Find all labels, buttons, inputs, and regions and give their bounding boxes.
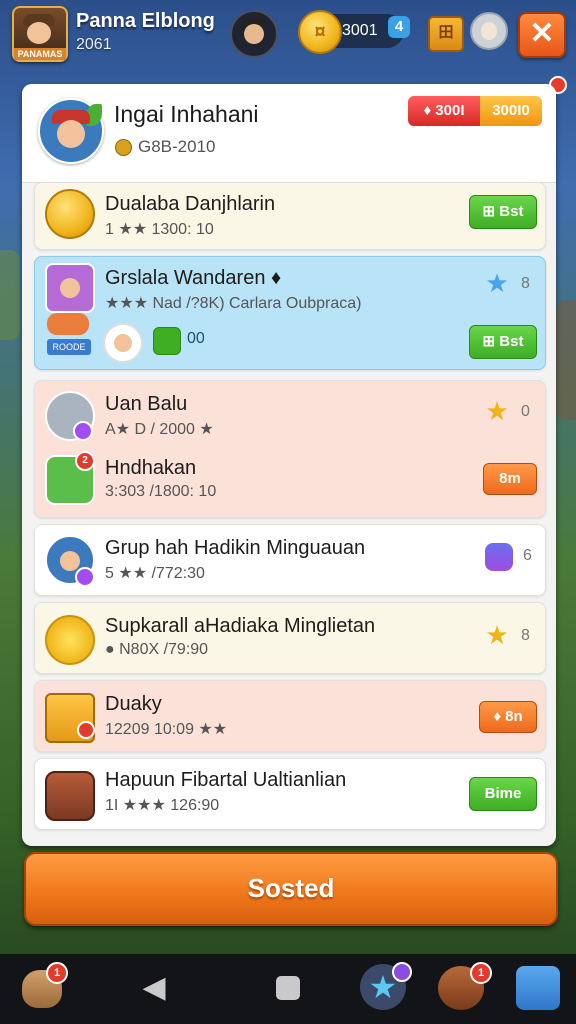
badge-icon	[75, 567, 95, 587]
star-count: 8	[521, 275, 530, 292]
face-icon	[60, 278, 80, 298]
item-title: Dualaba Danjhlarin	[105, 193, 276, 215]
claim-button[interactable]: Bime	[469, 777, 537, 811]
messenger-icon[interactable]	[485, 543, 513, 571]
notification-badge: 1	[46, 962, 68, 984]
coin-icon	[115, 139, 132, 156]
background-panel-right	[556, 300, 576, 420]
action-button[interactable]: ♦ 8n	[479, 701, 537, 733]
item-subtitle: 1 ★★ 1300: 10	[105, 221, 214, 238]
header-subtitle: G8B-2010	[138, 137, 216, 156]
chat-nav-icon[interactable]	[514, 964, 562, 1012]
item-tag: ROODE	[47, 339, 91, 355]
list-item[interactable]: Uan Balu A★ D / 2000 ★ ★ 0	[35, 381, 545, 441]
chest-label: 田	[438, 24, 454, 41]
coin-icon: ¤	[298, 10, 342, 54]
item-subtitle: 3:303 /1800: 10	[105, 483, 217, 500]
chest-icon[interactable]: 田	[428, 16, 464, 52]
quest-list: Dualaba Danjhlarin 1 ★★ 1300: 10 ⊞ Bst R…	[22, 182, 556, 846]
bottom-navbar: 1 ◀ ★ 1	[0, 954, 576, 1024]
face-icon	[60, 551, 80, 571]
sun-icon	[45, 615, 95, 665]
item-title: Grslala Wandaren ♦	[105, 267, 282, 289]
star-nav-icon[interactable]: ★	[360, 962, 412, 1012]
badge-icon	[73, 421, 93, 441]
start-button[interactable]: Sosted	[24, 852, 558, 926]
player-avatar[interactable]: PANAMAS	[12, 6, 68, 62]
gem-icon	[153, 327, 181, 355]
coin-value: 3001	[342, 22, 378, 39]
list-item[interactable]: Grup hah Hadikin Minguauan 5 ★★ /772:30 …	[34, 524, 546, 596]
coin-icon	[45, 189, 95, 239]
item-subtitle: 1I ★★★ 126:90	[105, 797, 220, 814]
face-icon	[244, 24, 264, 44]
character-avatar	[45, 263, 95, 313]
list-item[interactable]: Dualaba Danjhlarin 1 ★★ 1300: 10 ⊞ Bst	[34, 182, 546, 250]
notification-badge: 2	[75, 451, 95, 471]
header-avatar[interactable]	[38, 98, 104, 164]
background-panel-left	[0, 250, 20, 340]
star-icon: ★	[485, 620, 509, 650]
friend-avatar[interactable]	[230, 10, 278, 58]
item-title: Hndhakan	[105, 457, 197, 479]
list-item[interactable]: 2 Hndhakan 3:303 /1800: 10 8m	[35, 447, 545, 507]
heart-badge-icon	[77, 721, 95, 739]
chat-square	[516, 966, 560, 1010]
player-tag: PANAMAS	[14, 48, 66, 60]
face-icon	[114, 334, 132, 352]
item-subtitle: 12209 10:09 ★★	[105, 721, 228, 738]
header-title: Ingai Inhahani	[114, 101, 259, 127]
backpack-icon	[45, 771, 95, 821]
close-button[interactable]: ✕	[518, 12, 566, 58]
item-title: Grup hah Hadikin Minguauan	[105, 537, 366, 559]
main-panel: Ingai Inhahani G8B-2010 ♦ 300I 300I0 Dua…	[22, 76, 567, 846]
list-item[interactable]: Supkarall aHadiaka Minglietan ● N80X /79…	[34, 602, 546, 674]
star-count: 8	[521, 627, 530, 644]
add-coins-button[interactable]: 4	[388, 16, 410, 38]
panel-header: Ingai Inhahani G8B-2010 ♦ 300I 300I0	[22, 84, 556, 183]
star-icon: ★	[485, 396, 509, 426]
list-item[interactable]: Hapuun Fibartal Ualtianlian 1I ★★★ 126:9…	[34, 758, 546, 830]
item-subtitle: 5 ★★ /772:30	[105, 565, 205, 582]
claim-button[interactable]: ⊞ Bst	[469, 325, 537, 359]
home-nav-icon[interactable]	[264, 964, 312, 1012]
star-icon: ★	[485, 268, 509, 298]
list-item-selected[interactable]: ROODE Grslala Wandaren ♦ ★★★ Nad /?8K) C…	[34, 256, 546, 370]
item-title: Hapuun Fibartal Ualtianlian	[105, 769, 347, 791]
chest-nav-icon[interactable]: 1	[438, 962, 492, 1012]
action-button[interactable]: 8m	[483, 463, 537, 495]
item-title: Duaky	[105, 693, 162, 715]
item-subtitle: ★★★ Nad /?8K) Carlara Oubpraca)	[105, 295, 362, 312]
item-count: 6	[523, 547, 532, 564]
purple-dot	[392, 962, 412, 982]
notification-badge: 1	[470, 962, 492, 984]
profile-avatar[interactable]	[470, 12, 508, 50]
friend-count: 00	[187, 330, 205, 347]
bag-icon[interactable]: 1	[20, 962, 68, 1012]
top-bar: PANAMAS Panna Elblong 2061 ¤ 3001 4 田 ✕	[0, 0, 576, 70]
player-id: 2061	[76, 36, 112, 53]
player-name: Panna Elblong	[76, 10, 215, 32]
gems-button[interactable]: ♦ 300I	[408, 96, 480, 126]
star-count: 0	[521, 403, 530, 420]
item-title: Supkarall aHadiaka Minglietan	[105, 615, 376, 637]
coins-button[interactable]: 300I0	[480, 96, 542, 126]
list-item[interactable]: Duaky 12209 10:09 ★★ ♦ 8n	[34, 680, 546, 752]
item-title: Uan Balu	[105, 393, 188, 415]
home-square	[276, 976, 300, 1000]
back-nav-icon[interactable]: ◀	[130, 964, 178, 1012]
list-item-group: Uan Balu A★ D / 2000 ★ ★ 0 2 Hndhakan 3:…	[34, 380, 546, 518]
claim-button[interactable]: ⊞ Bst	[469, 195, 537, 229]
face-icon	[57, 120, 85, 148]
face-icon	[27, 22, 51, 44]
friend-avatar	[103, 323, 143, 363]
bouquet-icon	[47, 313, 89, 335]
face-icon	[481, 22, 497, 40]
item-subtitle: ● N80X /79:90	[105, 641, 209, 658]
item-subtitle: A★ D / 2000 ★	[105, 421, 214, 438]
